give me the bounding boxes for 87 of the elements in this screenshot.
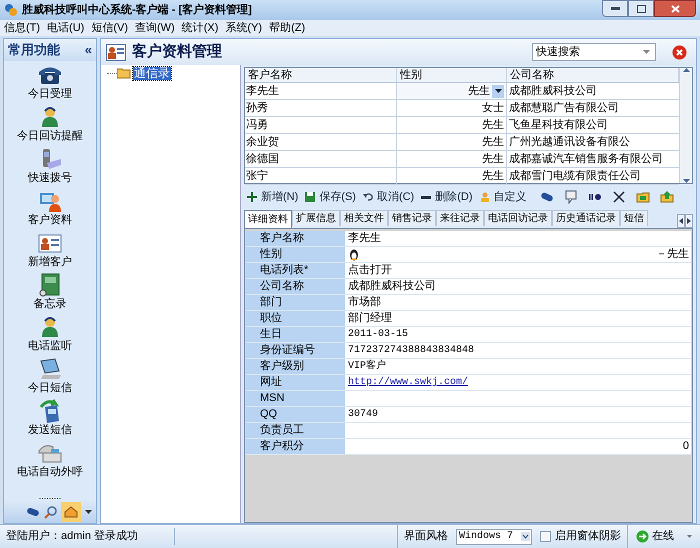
tab[interactable]: 扩展信息 bbox=[292, 210, 340, 226]
table-cell-text: 成都胜威科技公司 bbox=[508, 84, 598, 99]
field-label: 客户积分 bbox=[246, 439, 346, 454]
table-cell: 冯勇 bbox=[245, 117, 397, 133]
table-cell-text: 先生 bbox=[468, 84, 490, 99]
sidebar-item[interactable]: 电话监听 bbox=[4, 313, 96, 355]
menu-item[interactable]: 帮助(Z) bbox=[269, 20, 306, 36]
cancel-button[interactable]: 取消(C) bbox=[362, 188, 414, 206]
theme-select[interactable]: Windows 7 bbox=[456, 528, 532, 544]
save-button[interactable]: 保存(S) bbox=[305, 188, 356, 206]
menu-item[interactable]: 系统(Y) bbox=[225, 20, 262, 36]
table-cell-text: 女士 bbox=[482, 101, 504, 116]
field-label: 电话列表* bbox=[246, 263, 346, 278]
menu-item[interactable]: 查询(W) bbox=[135, 20, 175, 36]
url-link[interactable]: http://www.swkj.com/ bbox=[348, 375, 468, 390]
tab[interactable]: 相关文件 bbox=[340, 210, 388, 226]
add-button[interactable]: 新增(N) bbox=[247, 188, 298, 206]
field-value: 0 bbox=[682, 439, 689, 454]
delete-button[interactable]: 删除(D) bbox=[421, 188, 473, 206]
login-status: 登陆用户：admin 登录成功 bbox=[0, 528, 175, 545]
table-cell: 余业贺 bbox=[245, 134, 397, 150]
theme-label: 界面风格 bbox=[404, 529, 448, 544]
field-label: MSN bbox=[246, 391, 346, 406]
tab[interactable]: 详细资料 bbox=[244, 210, 292, 228]
field-value: VIP客户 bbox=[348, 359, 386, 374]
table-cell-text: 先生 bbox=[482, 169, 504, 184]
field-value: 2011-03-15 bbox=[348, 328, 408, 342]
sidebar-item[interactable]: 电话自动外呼 bbox=[4, 439, 96, 481]
table-cell-text: 飞鱼星科技有限公司 bbox=[508, 118, 609, 133]
field-label: 负责员工 bbox=[246, 423, 346, 438]
field-value: 717237274388843834848 bbox=[348, 344, 474, 358]
checkbox-label: 启用窗体阴影 bbox=[555, 528, 621, 544]
tab[interactable]: 销售记录 bbox=[388, 210, 436, 226]
field-label: 部门 bbox=[246, 295, 346, 310]
window-title: 胜威科技呼叫中心系统-客户端 - [客户资料管理] bbox=[22, 2, 252, 18]
table-cell-text: 成都嘉诚汽车销售服务有限公司 bbox=[508, 152, 664, 167]
sidebar-title: 常用功能 bbox=[8, 41, 60, 60]
table-cell: 徐德国 bbox=[245, 151, 397, 167]
field-label: 身份证编号 bbox=[246, 343, 346, 358]
sidebar-item[interactable]: 今日回访提醒 bbox=[4, 103, 96, 145]
field-value: 点击打开 bbox=[348, 263, 392, 278]
field-value: －先生 bbox=[656, 247, 689, 262]
sidebar-item[interactable]: 今日受理 bbox=[4, 61, 96, 103]
field-label: 公司名称 bbox=[246, 279, 346, 294]
table-cell-text: 先生 bbox=[482, 152, 504, 167]
table-cell-text: 成都雪门电缆有限责任公司 bbox=[508, 168, 642, 184]
more-indicator: ......... bbox=[38, 491, 62, 501]
menu-item[interactable]: 电话(U) bbox=[47, 20, 84, 36]
field-value: 市场部 bbox=[348, 295, 381, 310]
field-value: 部门经理 bbox=[348, 311, 392, 326]
field-label: QQ bbox=[246, 407, 346, 422]
field-label: 生日 bbox=[246, 327, 346, 342]
online-status-button[interactable]: 在线 bbox=[627, 525, 700, 548]
tab[interactable]: 历史通话记录 bbox=[552, 210, 620, 226]
page-title: 客户资料管理 bbox=[132, 42, 222, 62]
sidebar-item[interactable]: 客户资料 bbox=[4, 187, 96, 229]
sidebar-item[interactable]: 备忘录 bbox=[4, 271, 96, 313]
table-cell-text: 成都慧聪广告有限公司 bbox=[508, 100, 620, 116]
table-cell: 孙秀 bbox=[245, 100, 397, 116]
column-header[interactable]: 客户名称 bbox=[245, 68, 397, 82]
menu-item[interactable]: 短信(V) bbox=[91, 20, 128, 36]
collapse-button[interactable]: « bbox=[84, 40, 92, 60]
field-label: 客户级别 bbox=[246, 359, 346, 374]
menu-item[interactable]: 信息(T) bbox=[4, 20, 40, 36]
sidebar-item[interactable]: 快速拨号 bbox=[4, 145, 96, 187]
field-label: 网址 bbox=[246, 375, 346, 390]
field-label: 客户名称 bbox=[246, 231, 346, 246]
sidebar-item[interactable]: 今日短信 bbox=[4, 355, 96, 397]
field-value: 成都胜威科技公司 bbox=[348, 279, 436, 294]
tree-item[interactable]: 通信录 bbox=[133, 67, 171, 80]
sidebar-item[interactable]: 发送短信 bbox=[4, 397, 96, 439]
menu-item[interactable]: 统计(X) bbox=[182, 20, 218, 36]
field-label: 职位 bbox=[246, 311, 346, 326]
quick-search-field[interactable]: 快速搜索 bbox=[532, 43, 656, 61]
field-value: 李先生 bbox=[348, 231, 381, 246]
field-value: 30749 bbox=[348, 408, 378, 422]
column-header[interactable]: 性别 bbox=[397, 68, 507, 82]
tab[interactable]: 短信 bbox=[620, 210, 648, 226]
customize-button[interactable]: 自定义 bbox=[480, 188, 527, 206]
tab[interactable]: 电话回访记录 bbox=[484, 210, 552, 226]
table-cell: 张宁 bbox=[245, 168, 397, 184]
sidebar-item[interactable]: 新增客户 bbox=[4, 229, 96, 271]
table-cell-text: 先生 bbox=[482, 135, 504, 150]
field-label: 性别 bbox=[246, 247, 346, 262]
tab[interactable]: 来往记录 bbox=[436, 210, 484, 226]
table-cell-text: 先生 bbox=[482, 118, 504, 133]
table-cell-text: 广州光越通讯设备有限公 bbox=[508, 134, 631, 150]
